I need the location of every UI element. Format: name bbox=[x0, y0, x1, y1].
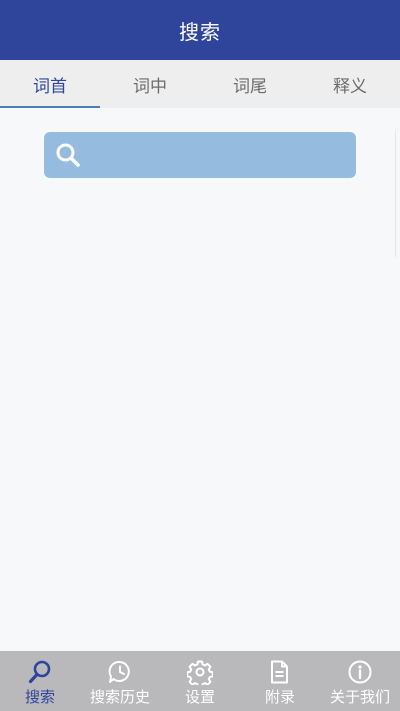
gear-icon bbox=[187, 660, 213, 685]
app-header: 搜索 bbox=[0, 0, 400, 60]
nav-settings[interactable]: 设置 bbox=[160, 651, 240, 711]
nav-label: 关于我们 bbox=[329, 688, 390, 706]
tab-label: 词首 bbox=[33, 76, 67, 97]
main-content bbox=[0, 108, 400, 651]
bottom-navigation: 搜索 搜索历史 设置 附录 关于我们 bbox=[0, 651, 400, 711]
nav-appendix[interactable]: 附录 bbox=[240, 651, 320, 711]
tab-word-start[interactable]: 词首 bbox=[0, 60, 100, 108]
nav-label: 设置 bbox=[184, 688, 215, 706]
tab-definition[interactable]: 释义 bbox=[300, 60, 400, 108]
tab-bar: 词首 词中 词尾 释义 bbox=[0, 60, 400, 108]
document-icon bbox=[271, 660, 288, 684]
search-icon bbox=[56, 143, 80, 167]
nav-search[interactable]: 搜索 bbox=[0, 651, 80, 711]
search-input[interactable] bbox=[81, 131, 356, 179]
nav-label: 搜索历史 bbox=[89, 688, 150, 706]
nav-label: 搜索 bbox=[24, 688, 55, 706]
nav-label: 附录 bbox=[264, 688, 295, 706]
info-icon bbox=[348, 660, 372, 684]
search-icon bbox=[28, 660, 51, 684]
nav-search-history[interactable]: 搜索历史 bbox=[80, 651, 160, 711]
app-screen: 搜索 词首 词中 词尾 释义 搜索 搜索历史 设置 附录 关于我们 bbox=[0, 0, 400, 711]
page-title: 搜索 bbox=[179, 19, 221, 44]
tab-word-end[interactable]: 词尾 bbox=[200, 60, 300, 108]
tab-word-middle[interactable]: 词中 bbox=[100, 60, 200, 108]
side-panel-edge[interactable] bbox=[395, 128, 400, 258]
tab-label: 释义 bbox=[333, 76, 367, 97]
tab-label: 词尾 bbox=[233, 76, 267, 97]
search-bar[interactable] bbox=[44, 131, 356, 179]
nav-about-us[interactable]: 关于我们 bbox=[320, 651, 400, 711]
tab-label: 词中 bbox=[133, 76, 167, 97]
history-icon bbox=[108, 660, 130, 683]
